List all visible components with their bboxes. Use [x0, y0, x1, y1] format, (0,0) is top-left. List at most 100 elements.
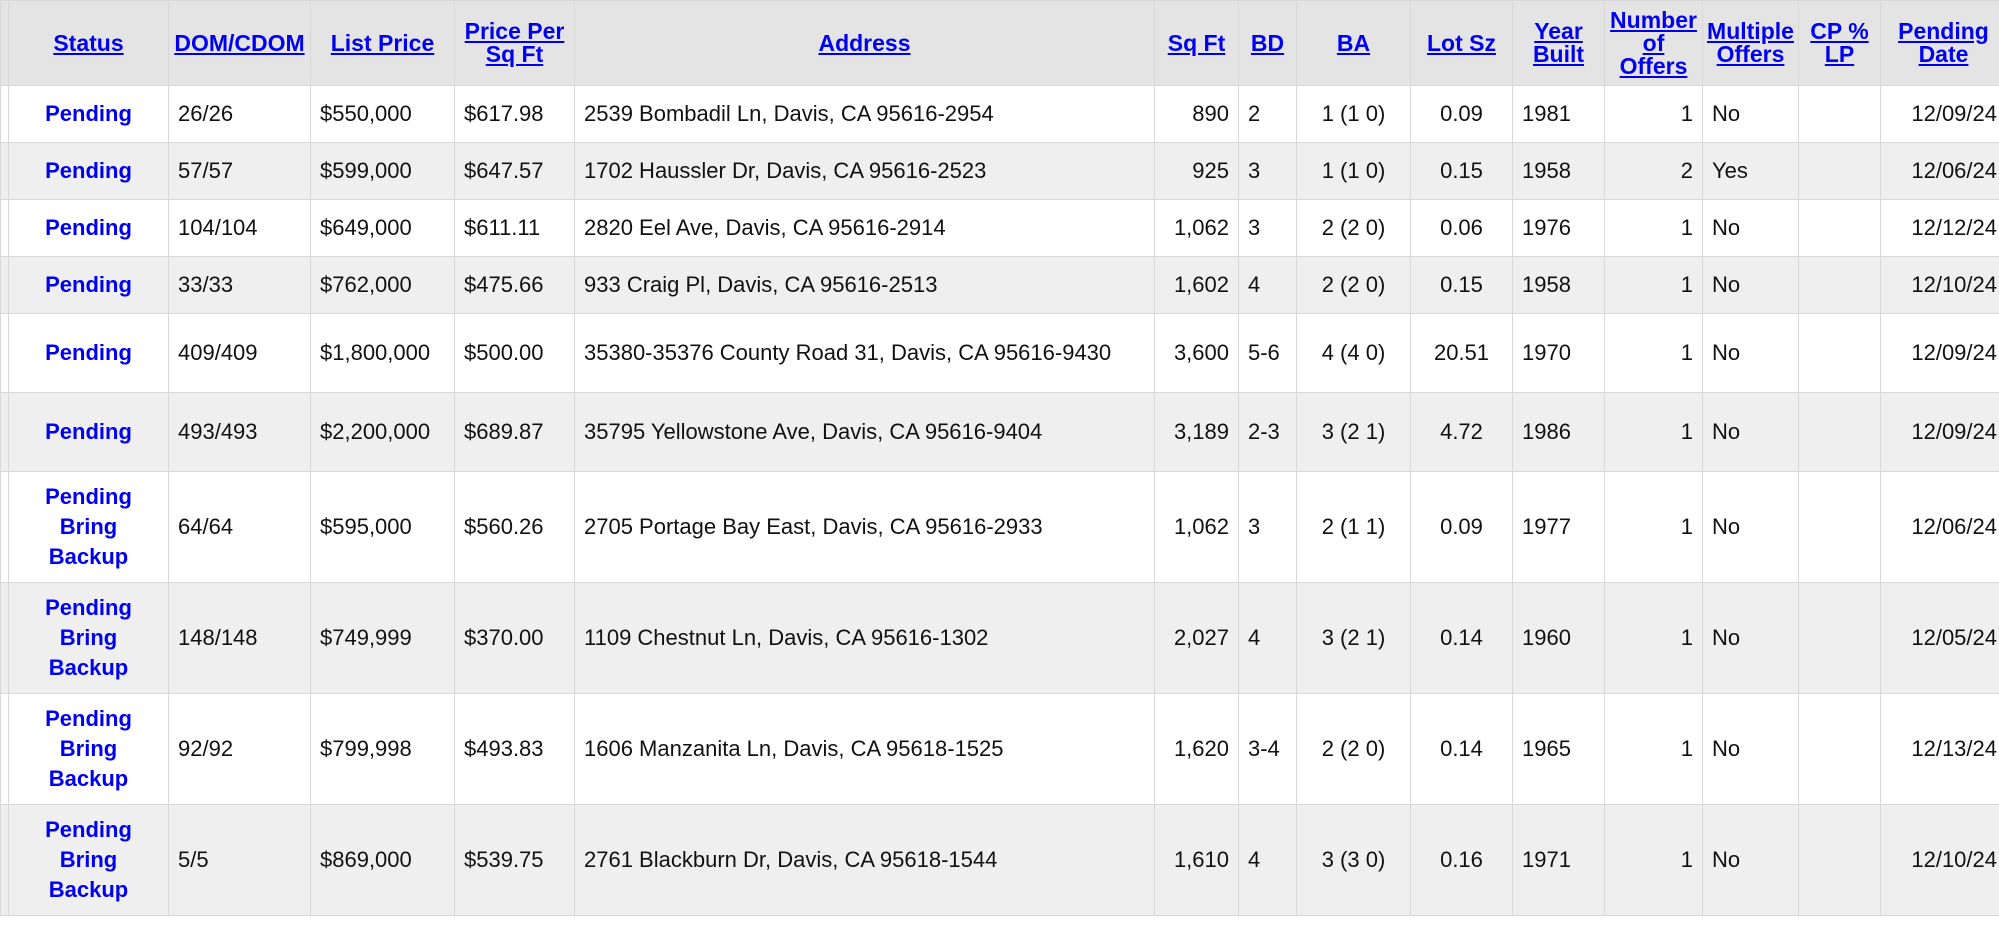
row-spacer	[0, 582, 9, 694]
table-row[interactable]: Pending Bring Backup 148/148 $749,999 $3…	[0, 582, 1999, 694]
bd-cell: 4	[1238, 804, 1297, 916]
pending-date-cell: 12/06/24	[1880, 142, 1999, 200]
sort-cp-lp-link[interactable]: CP % LP	[1810, 18, 1868, 67]
status-link[interactable]: Pending Bring Backup	[45, 706, 132, 791]
dom-cdom-cell: 493/493	[168, 392, 311, 472]
list-price-cell: $595,000	[310, 471, 455, 583]
address-cell: 35795 Yellowstone Ave, Davis, CA 95616-9…	[574, 392, 1155, 472]
multiple-offers-cell: No	[1702, 256, 1799, 314]
header-spacer	[0, 0, 9, 86]
sort-ba-link[interactable]: BA	[1337, 30, 1370, 56]
sort-year-built-link[interactable]: Year Built	[1533, 18, 1584, 67]
table-row[interactable]: Pending 493/493 $2,200,000 $689.87 35795…	[0, 392, 1999, 472]
sqft-cell: 2,027	[1154, 582, 1239, 694]
price-per-sqft-cell: $647.57	[454, 142, 575, 200]
ba-cell: 2 (2 0)	[1296, 256, 1411, 314]
status-link[interactable]: Pending	[45, 340, 132, 365]
table-row[interactable]: Pending 57/57 $599,000 $647.57 1702 Haus…	[0, 142, 1999, 200]
num-offers-cell: 1	[1604, 693, 1703, 805]
sort-bd-link[interactable]: BD	[1251, 30, 1284, 56]
sort-address-link[interactable]: Address	[818, 30, 910, 56]
address-cell: 2761 Blackburn Dr, Davis, CA 95618-1544	[574, 804, 1155, 916]
table-row[interactable]: Pending Bring Backup 92/92 $799,998 $493…	[0, 693, 1999, 805]
status-link[interactable]: Pending Bring Backup	[45, 595, 132, 680]
pending-date-cell: 12/09/24	[1880, 392, 1999, 472]
pending-date-cell: 12/12/24	[1880, 199, 1999, 257]
lot-sz-cell: 0.06	[1410, 199, 1513, 257]
multiple-offers-cell: No	[1702, 85, 1799, 143]
header-bd: BD	[1238, 0, 1297, 86]
table-row[interactable]: Pending 104/104 $649,000 $611.11 2820 Ee…	[0, 199, 1999, 257]
address-cell: 1606 Manzanita Ln, Davis, CA 95618-1525	[574, 693, 1155, 805]
status-link[interactable]: Pending	[45, 101, 132, 126]
list-price-cell: $649,000	[310, 199, 455, 257]
sort-status-link[interactable]: Status	[53, 30, 123, 56]
cp-lp-cell	[1798, 804, 1881, 916]
sqft-cell: 1,610	[1154, 804, 1239, 916]
sort-dom-cdom-link[interactable]: DOM/CDOM	[174, 30, 304, 56]
pending-date-cell: 12/13/24	[1880, 693, 1999, 805]
header-address: Address	[574, 0, 1155, 86]
bd-cell: 2	[1238, 85, 1297, 143]
lot-sz-cell: 0.15	[1410, 142, 1513, 200]
pending-date-cell: 12/09/24	[1880, 85, 1999, 143]
multiple-offers-cell: No	[1702, 392, 1799, 472]
ba-cell: 2 (2 0)	[1296, 199, 1411, 257]
list-price-cell: $599,000	[310, 142, 455, 200]
row-spacer	[0, 693, 9, 805]
num-offers-cell: 2	[1604, 142, 1703, 200]
header-multiple-offers: Multiple Offers	[1702, 0, 1799, 86]
sort-pending-date-link[interactable]: Pending Date	[1898, 18, 1989, 67]
status-link[interactable]: Pending Bring Backup	[45, 484, 132, 569]
num-offers-cell: 1	[1604, 256, 1703, 314]
pending-date-cell: 12/06/24	[1880, 471, 1999, 583]
ba-cell: 4 (4 0)	[1296, 313, 1411, 393]
sort-list-price-link[interactable]: List Price	[331, 30, 435, 56]
header-year-built: Year Built	[1512, 0, 1605, 86]
row-spacer	[0, 199, 9, 257]
sort-sqft-link[interactable]: Sq Ft	[1168, 30, 1226, 56]
year-built-cell: 1960	[1512, 582, 1605, 694]
status-link[interactable]: Pending	[45, 215, 132, 240]
bd-cell: 3	[1238, 142, 1297, 200]
sqft-cell: 925	[1154, 142, 1239, 200]
status-link[interactable]: Pending	[45, 419, 132, 444]
sort-num-offers-link[interactable]: Number of Offers	[1610, 7, 1697, 79]
status-link[interactable]: Pending	[45, 272, 132, 297]
sort-price-per-sqft-link[interactable]: Price Per Sq Ft	[465, 18, 565, 67]
table-row[interactable]: Pending 33/33 $762,000 $475.66 933 Craig…	[0, 256, 1999, 314]
pending-date-cell: 12/10/24	[1880, 256, 1999, 314]
table-row[interactable]: Pending Bring Backup 64/64 $595,000 $560…	[0, 471, 1999, 583]
dom-cdom-cell: 57/57	[168, 142, 311, 200]
year-built-cell: 1981	[1512, 85, 1605, 143]
year-built-cell: 1970	[1512, 313, 1605, 393]
multiple-offers-cell: No	[1702, 199, 1799, 257]
price-per-sqft-cell: $370.00	[454, 582, 575, 694]
cp-lp-cell	[1798, 256, 1881, 314]
status-link[interactable]: Pending Bring Backup	[45, 817, 132, 902]
header-pending-date: Pending Date	[1880, 0, 1999, 86]
cp-lp-cell	[1798, 313, 1881, 393]
table-row[interactable]: Pending 409/409 $1,800,000 $500.00 35380…	[0, 313, 1999, 393]
ba-cell: 1 (1 0)	[1296, 142, 1411, 200]
num-offers-cell: 1	[1604, 471, 1703, 583]
price-per-sqft-cell: $617.98	[454, 85, 575, 143]
year-built-cell: 1958	[1512, 142, 1605, 200]
price-per-sqft-cell: $560.26	[454, 471, 575, 583]
sort-lot-sz-link[interactable]: Lot Sz	[1427, 30, 1496, 56]
ba-cell: 2 (2 0)	[1296, 693, 1411, 805]
sqft-cell: 1,602	[1154, 256, 1239, 314]
sort-multiple-offers-link[interactable]: Multiple Offers	[1707, 18, 1794, 67]
table-row[interactable]: Pending 26/26 $550,000 $617.98 2539 Bomb…	[0, 85, 1999, 143]
status-cell: Pending Bring Backup	[8, 471, 169, 583]
pending-date-cell: 12/10/24	[1880, 804, 1999, 916]
lot-sz-cell: 0.14	[1410, 693, 1513, 805]
dom-cdom-cell: 33/33	[168, 256, 311, 314]
ba-cell: 3 (2 1)	[1296, 582, 1411, 694]
list-price-cell: $762,000	[310, 256, 455, 314]
table-row[interactable]: Pending Bring Backup 5/5 $869,000 $539.7…	[0, 804, 1999, 916]
dom-cdom-cell: 5/5	[168, 804, 311, 916]
sqft-cell: 1,062	[1154, 471, 1239, 583]
status-link[interactable]: Pending	[45, 158, 132, 183]
listings-table: Status DOM/CDOM List Price Price Per Sq …	[0, 0, 1999, 916]
